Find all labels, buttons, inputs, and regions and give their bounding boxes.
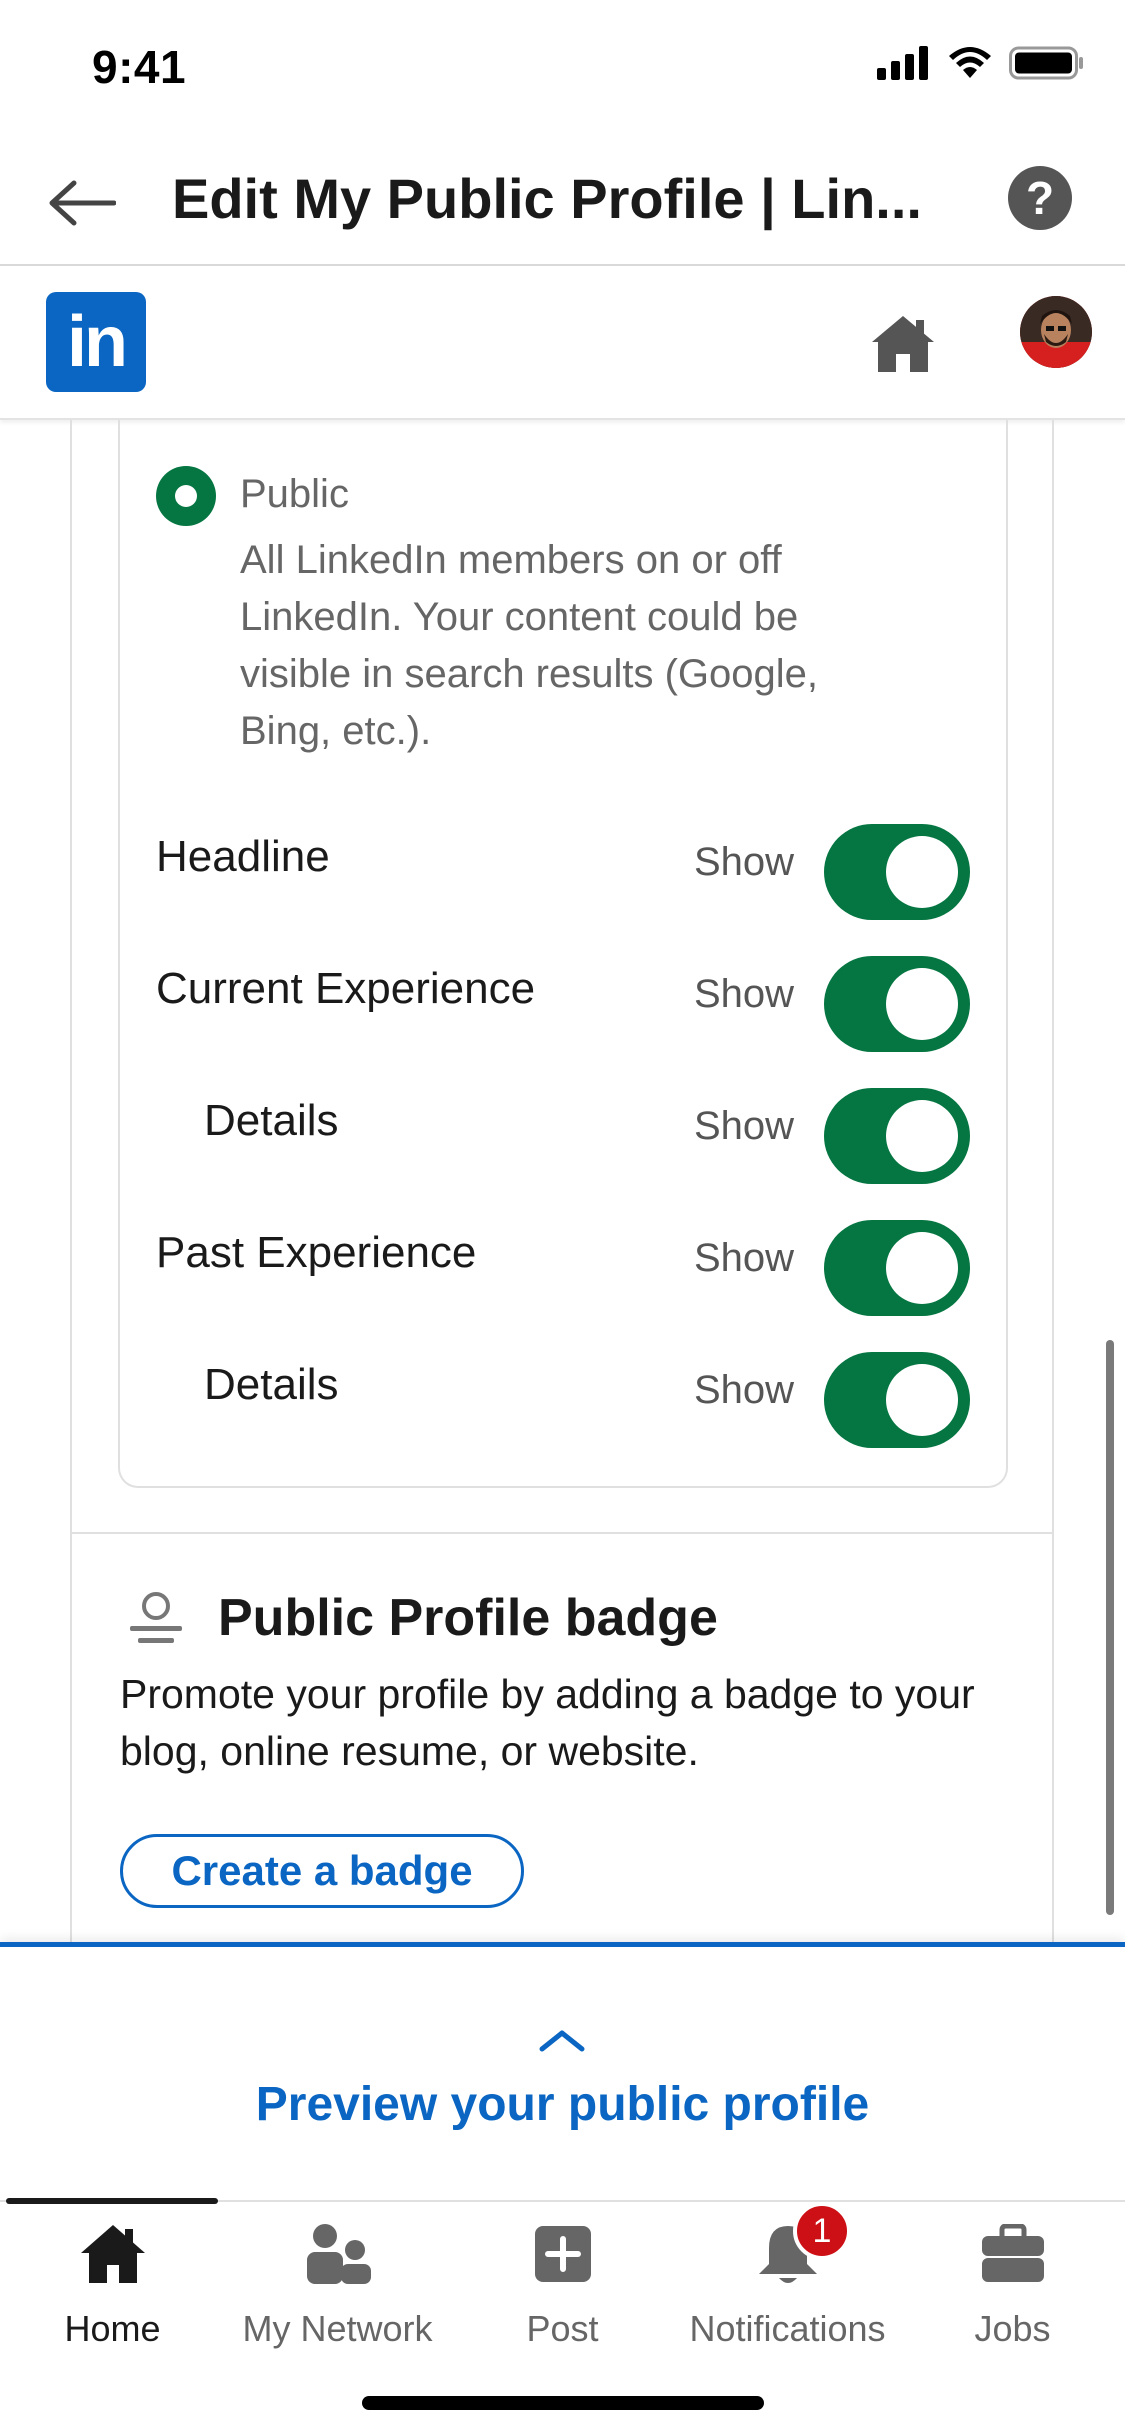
help-icon: ? — [1025, 172, 1055, 224]
tab-label: Home — [64, 2308, 161, 2349]
preview-public-profile-link[interactable]: Preview your public profile — [0, 2077, 1125, 2132]
toggle-label: Details — [204, 1096, 339, 1145]
home-icon[interactable] — [868, 312, 938, 376]
home-icon — [75, 2216, 151, 2292]
tab-home[interactable]: Home — [0, 2216, 225, 2366]
toggle-state: Show — [694, 1104, 795, 1148]
badge-icon — [128, 1590, 184, 1650]
section-divider — [72, 1532, 1052, 1534]
past-details-toggle[interactable] — [824, 1352, 970, 1448]
toggle-state: Show — [694, 1236, 795, 1280]
avatar[interactable] — [1020, 296, 1092, 368]
toggle-knob — [886, 1100, 958, 1172]
toggle-label: Details — [204, 1360, 339, 1409]
scrollbar[interactable] — [1106, 1340, 1114, 1915]
toggle-row-current-details: Details Show — [0, 1074, 1125, 1184]
tab-label: Notifications — [689, 2308, 886, 2349]
back-button[interactable] — [46, 170, 118, 236]
radio-selected-dot — [175, 485, 197, 507]
public-radio-button[interactable] — [156, 466, 216, 526]
network-icon — [300, 2216, 376, 2292]
toggle-state: Show — [694, 840, 795, 884]
briefcase-icon — [975, 2216, 1051, 2292]
toggle-label: Current Experience — [156, 964, 536, 1013]
status-time: 9:41 — [92, 41, 187, 93]
cellular-signal-icon — [877, 46, 928, 80]
toggle-label: Past Experience — [156, 1228, 477, 1277]
toggle-label: Headline — [156, 832, 330, 881]
page-title: Edit My Public Profile | Lin... — [172, 167, 922, 230]
radio-label: Public — [240, 472, 349, 516]
toggle-row-headline: Headline Show — [0, 810, 1125, 920]
toggle-row-past-experience: Past Experience Show — [0, 1206, 1125, 1316]
navigation-header: Edit My Public Profile | Lin... ? — [0, 140, 1125, 266]
notification-count-badge: 1 — [793, 2202, 851, 2260]
badge-section-title: Public Profile badge — [218, 1589, 718, 1647]
preview-panel[interactable]: Preview your public profile — [0, 1942, 1125, 2200]
past-experience-toggle[interactable] — [824, 1220, 970, 1316]
status-icons — [877, 46, 1085, 80]
toggle-row-current-experience: Current Experience Show — [0, 942, 1125, 1052]
post-icon — [525, 2216, 601, 2292]
tab-label: My Network — [242, 2308, 433, 2349]
radio-description: All LinkedIn members on or off LinkedIn.… — [240, 538, 819, 753]
tab-my-network[interactable]: My Network — [225, 2216, 450, 2366]
current-details-toggle[interactable] — [824, 1088, 970, 1184]
toggle-knob — [886, 836, 958, 908]
linkedin-logo[interactable]: in — [46, 292, 146, 392]
badge-section-description: Promote your profile by adding a badge t… — [120, 1671, 975, 1774]
toggle-state: Show — [694, 972, 795, 1016]
toggle-knob — [886, 1364, 958, 1436]
toggle-knob — [886, 1232, 958, 1304]
chevron-up-icon[interactable] — [536, 2025, 588, 2055]
settings-content[interactable]: Public All LinkedIn members on or off Li… — [0, 420, 1125, 1945]
active-tab-indicator — [6, 2198, 218, 2204]
toggle-row-past-details: Details Show — [0, 1338, 1125, 1448]
back-arrow-icon — [49, 180, 116, 226]
home-indicator — [362, 2396, 764, 2410]
toggle-state: Show — [694, 1368, 795, 1412]
tab-label: Jobs — [974, 2308, 1051, 2349]
status-bar: 9:41 — [0, 0, 1125, 140]
tab-label: Post — [526, 2308, 599, 2349]
tab-jobs[interactable]: Jobs — [900, 2216, 1125, 2366]
headline-toggle[interactable] — [824, 824, 970, 920]
tab-notifications[interactable]: 1 Notifications — [675, 2202, 900, 2366]
tab-post[interactable]: Post — [450, 2216, 675, 2366]
create-badge-button[interactable]: Create a badge — [120, 1834, 524, 1908]
toggle-knob — [886, 968, 958, 1040]
linkedin-top-bar: in — [0, 266, 1125, 420]
battery-icon — [1009, 46, 1083, 80]
wifi-icon — [949, 47, 991, 78]
help-button[interactable]: ? — [1008, 166, 1072, 230]
current-experience-toggle[interactable] — [824, 956, 970, 1052]
